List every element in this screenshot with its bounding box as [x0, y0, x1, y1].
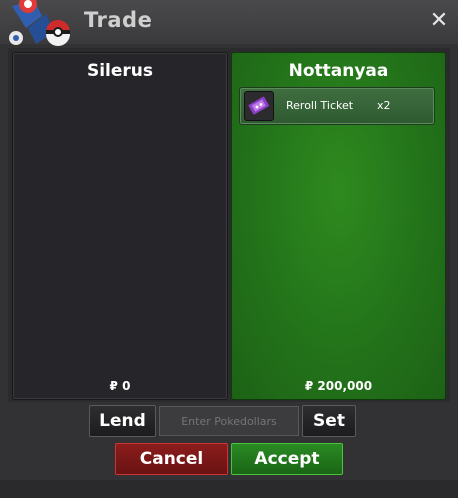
window-footer [0, 480, 458, 498]
pokeball-logo-icon [9, 0, 70, 46]
partner-money-offer: ₽ 200,000 [304, 379, 373, 393]
item-quantity: x2 [377, 99, 391, 112]
partner-player-name: Nottanyaa [288, 61, 389, 81]
offered-item[interactable]: Reroll Ticket x2 [239, 87, 435, 125]
partner-offer-panel: Nottanyaa Reroll Ticket x2 ₽ 200,000 [231, 52, 446, 400]
my-offer-panel: Silerus ₽ 0 [12, 52, 228, 400]
item-name: Reroll Ticket [286, 99, 354, 112]
cancel-button[interactable]: Cancel [115, 443, 228, 475]
my-player-name: Silerus [86, 61, 154, 81]
my-money-offer: ₽ 0 [109, 379, 131, 393]
pokedollars-input[interactable] [159, 406, 299, 436]
lend-button[interactable]: Lend [89, 405, 156, 437]
window-title: Trade [84, 8, 153, 32]
accept-button[interactable]: Accept [231, 443, 343, 475]
ticket-icon [244, 91, 274, 121]
trade-window: Trade ✕ Silerus ₽ 0 Nottanyaa Reroll Tic… [0, 0, 458, 498]
trade-panels: Silerus ₽ 0 Nottanyaa Reroll Ticket x2 ₽… [8, 48, 450, 402]
title-bar[interactable]: Trade ✕ [0, 0, 458, 46]
close-icon[interactable]: ✕ [426, 8, 452, 34]
set-button[interactable]: Set [302, 405, 356, 437]
